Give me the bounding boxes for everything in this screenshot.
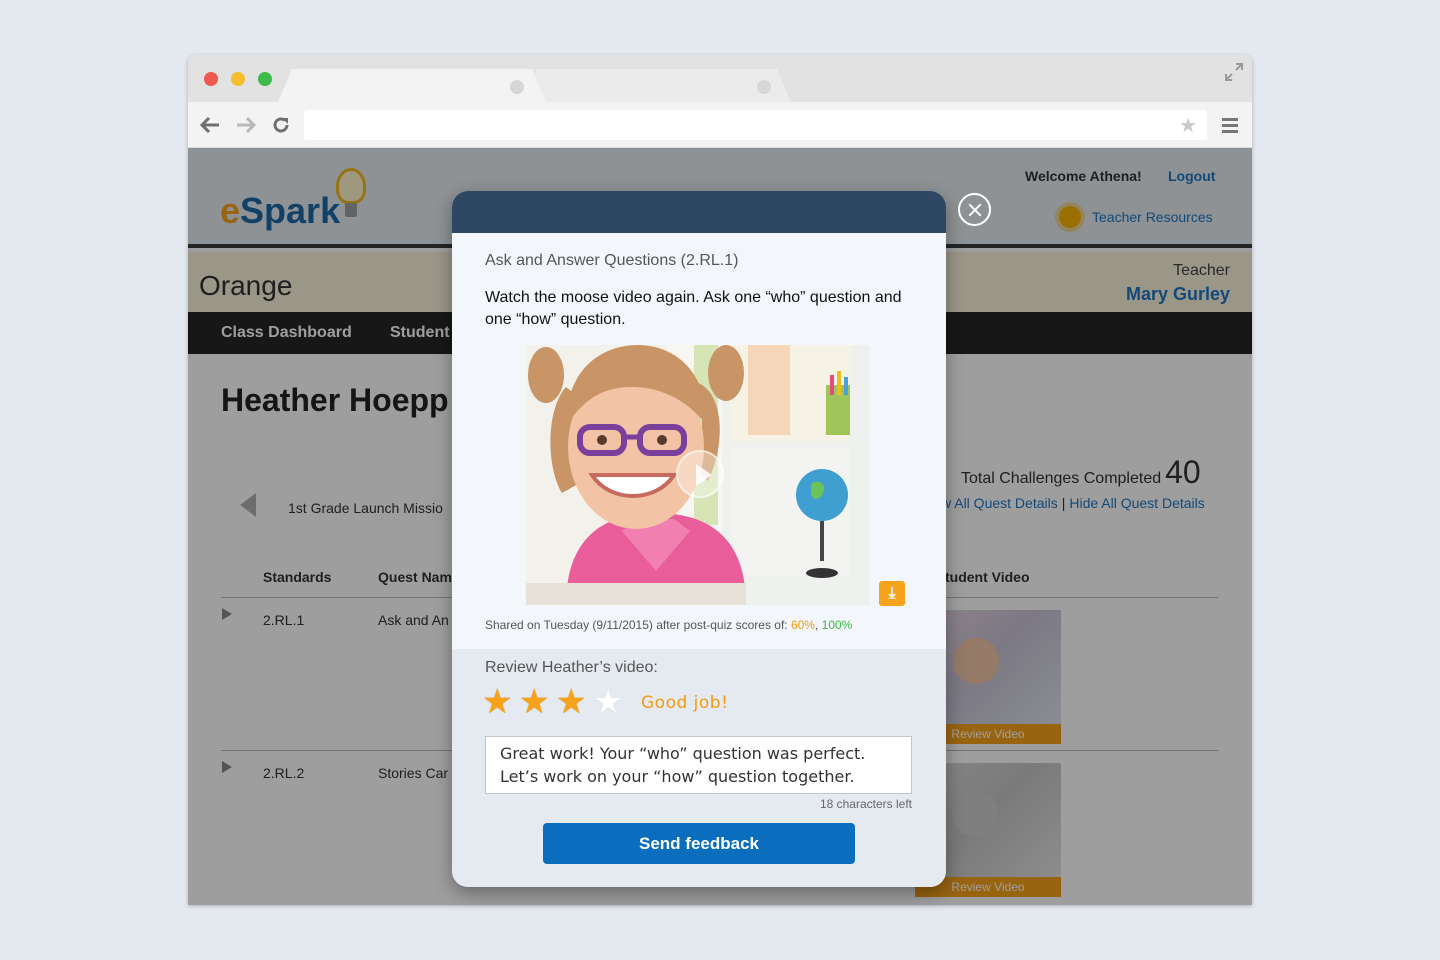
- pre-quiz-score: 60%: [790, 618, 815, 632]
- star-1-icon[interactable]: ★: [482, 685, 516, 719]
- reload-button[interactable]: [269, 114, 293, 136]
- fullscreen-icon[interactable]: [1224, 62, 1244, 82]
- challenge-prompt: Watch the moose video again. Ask one “wh…: [485, 289, 902, 328]
- bookmark-star-icon[interactable]: ★: [1179, 113, 1197, 138]
- characters-left: 18 characters left: [819, 797, 912, 811]
- browser-titlebar: [188, 55, 1252, 102]
- minimize-window-button[interactable]: [231, 72, 245, 86]
- download-icon[interactable]: ⤓: [879, 581, 905, 606]
- star-rating: ★ ★ ★ ★: [482, 685, 627, 719]
- browser-toolbar: ★: [188, 102, 1252, 148]
- send-feedback-button[interactable]: Send feedback: [543, 823, 855, 864]
- star-4-icon[interactable]: ★: [593, 685, 627, 719]
- post-quiz-score: 100%: [821, 618, 853, 632]
- feedback-textarea[interactable]: Great work! Your “who” question was perf…: [485, 736, 912, 794]
- modal-header-bar: [452, 191, 946, 233]
- review-modal: Ask and Answer Questions (2.RL.1) Watch …: [452, 191, 946, 887]
- video-player[interactable]: [526, 345, 870, 605]
- forward-button[interactable]: [234, 114, 258, 136]
- rating-text: Good job!: [641, 693, 729, 713]
- review-label: Review Heather’s video:: [485, 659, 658, 676]
- maximize-window-button[interactable]: [258, 72, 272, 86]
- modal-title: Ask and Answer Questions (2.RL.1): [485, 252, 739, 269]
- star-3-icon[interactable]: ★: [556, 685, 590, 719]
- close-modal-icon[interactable]: [958, 193, 991, 226]
- browser-menu-button[interactable]: [1222, 118, 1238, 136]
- star-2-icon[interactable]: ★: [519, 685, 553, 719]
- close-window-button[interactable]: [204, 72, 218, 86]
- arrow-right-icon: [237, 116, 257, 134]
- browser-tab-2[interactable]: [523, 69, 791, 102]
- play-button-icon[interactable]: [676, 450, 724, 498]
- review-section: Review Heather’s video: ★ ★ ★ ★ Good job…: [452, 649, 946, 887]
- url-bar[interactable]: ★: [304, 110, 1207, 140]
- shared-info: Shared on Tuesday (9/11/2015) after post…: [485, 618, 853, 632]
- browser-tab-active[interactable]: [278, 69, 546, 102]
- back-button[interactable]: [198, 114, 222, 136]
- reload-icon: [273, 117, 289, 133]
- arrow-left-icon: [199, 116, 219, 134]
